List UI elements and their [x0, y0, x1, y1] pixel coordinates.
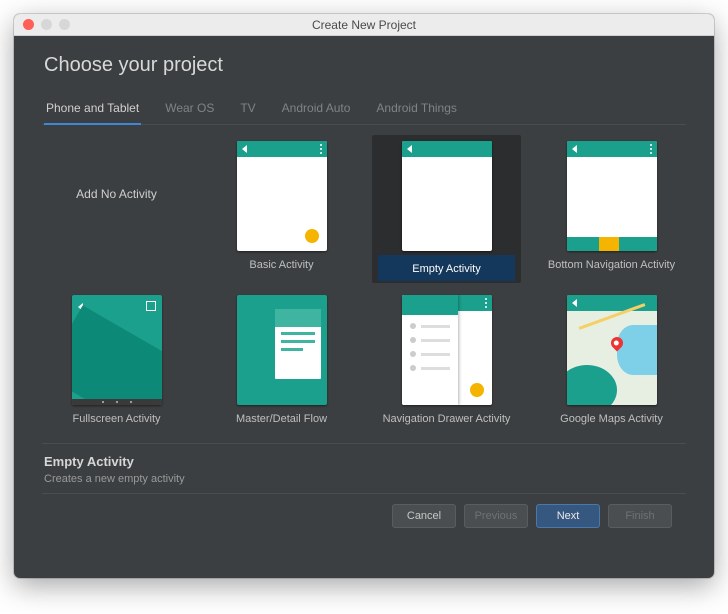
overflow-icon	[485, 298, 487, 300]
template-bottom-navigation-activity[interactable]: Bottom Navigation Activity	[537, 135, 686, 283]
wizard-content: Choose your project Phone and Tablet Wea…	[14, 36, 714, 578]
titlebar: Create New Project	[14, 14, 714, 36]
back-icon	[407, 145, 412, 153]
cancel-button[interactable]: Cancel	[392, 504, 456, 528]
template-label	[48, 251, 185, 277]
thumb-navdrawer	[402, 295, 492, 405]
template-basic-activity[interactable]: Basic Activity	[207, 135, 356, 283]
overflow-icon	[650, 144, 652, 146]
overflow-icon	[320, 144, 322, 146]
tab-android-things[interactable]: Android Things	[374, 95, 459, 124]
template-label: Basic Activity	[213, 251, 350, 277]
thumb-none: Add No Activity	[72, 141, 162, 251]
description-subtitle: Creates a new empty activity	[44, 473, 684, 485]
template-add-no-activity[interactable]: Add No Activity	[42, 135, 191, 283]
thumb-empty	[402, 141, 492, 251]
window-title: Create New Project	[14, 18, 714, 32]
template-google-maps-activity[interactable]: Google Maps Activity	[537, 289, 686, 433]
thumb-fullscreen	[72, 295, 162, 405]
template-label: Navigation Drawer Activity	[378, 405, 515, 431]
tab-phone-tablet[interactable]: Phone and Tablet	[44, 95, 141, 125]
finish-button: Finish	[608, 504, 672, 528]
back-icon	[242, 145, 247, 153]
template-label: Bottom Navigation Activity	[543, 251, 680, 277]
tab-android-auto[interactable]: Android Auto	[280, 95, 353, 124]
thumb-none-label: Add No Activity	[72, 141, 162, 201]
description-title: Empty Activity	[44, 454, 684, 469]
fab-icon	[305, 229, 319, 243]
template-description: Empty Activity Creates a new empty activ…	[42, 443, 686, 493]
template-navigation-drawer-activity[interactable]: Navigation Drawer Activity	[372, 289, 521, 433]
form-factor-tabs: Phone and Tablet Wear OS TV Android Auto…	[42, 95, 686, 125]
tab-tv[interactable]: TV	[238, 95, 257, 124]
template-grid: Add No Activity Basic Activity Empty Act…	[42, 133, 686, 443]
template-fullscreen-activity[interactable]: Fullscreen Activity	[42, 289, 191, 433]
template-label: Fullscreen Activity	[48, 405, 185, 431]
project-wizard-window: Create New Project Choose your project P…	[14, 14, 714, 578]
template-empty-activity[interactable]: Empty Activity	[372, 135, 521, 283]
next-button[interactable]: Next	[536, 504, 600, 528]
bottom-nav-icon	[567, 237, 657, 251]
thumb-maps	[567, 295, 657, 405]
page-title: Choose your project	[44, 54, 686, 77]
fab-icon	[470, 383, 484, 397]
template-master-detail-flow[interactable]: Master/Detail Flow	[207, 289, 356, 433]
tab-wear-os[interactable]: Wear OS	[163, 95, 216, 124]
back-icon	[572, 145, 577, 153]
fullscreen-icon	[146, 301, 156, 311]
drawer-icon	[402, 295, 458, 405]
template-label: Master/Detail Flow	[213, 405, 350, 431]
wizard-footer: Cancel Previous Next Finish	[42, 493, 686, 540]
back-icon	[572, 299, 577, 307]
previous-button: Previous	[464, 504, 528, 528]
thumb-basic	[237, 141, 327, 251]
thumb-master	[237, 295, 327, 405]
thumb-bottomnav	[567, 141, 657, 251]
template-label: Empty Activity	[378, 255, 515, 281]
template-label: Google Maps Activity	[543, 405, 680, 431]
